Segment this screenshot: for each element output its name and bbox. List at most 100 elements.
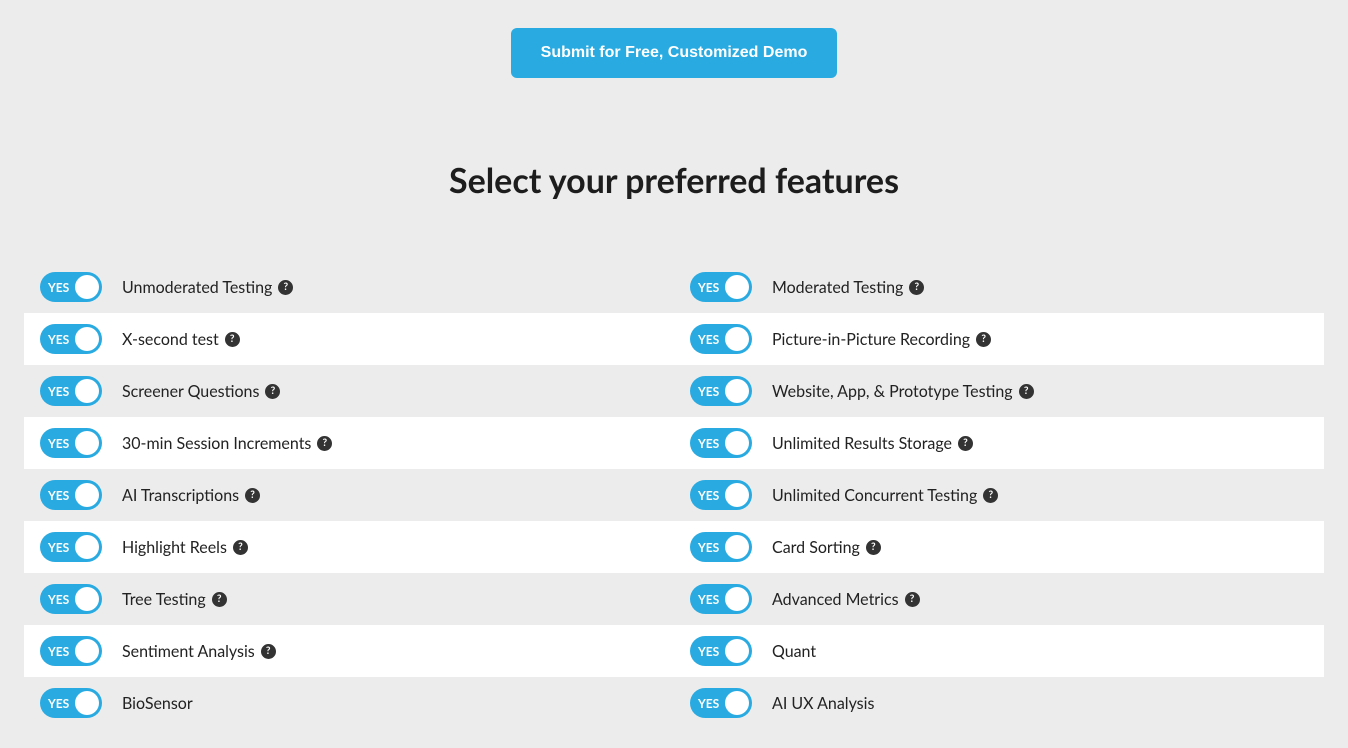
toggle-unlimited-concurrent-testing[interactable]: YES — [690, 480, 752, 510]
toggle-screener-questions[interactable]: YES — [40, 376, 102, 406]
help-icon[interactable]: ? — [905, 592, 920, 607]
toggle-quant[interactable]: YES — [690, 636, 752, 666]
toggle-state-label: YES — [48, 644, 69, 659]
toggle-knob — [75, 639, 99, 663]
feature-label: Unlimited Concurrent Testing? — [772, 486, 998, 505]
toggle-30-min-session-increments[interactable]: YES — [40, 428, 102, 458]
feature-label: Screener Questions? — [122, 382, 280, 401]
feature-cell-biosensor: YES BioSensor — [24, 688, 674, 718]
feature-cell-screener-questions: YES Screener Questions? — [24, 376, 674, 406]
feature-label-text: Picture-in-Picture Recording — [772, 330, 970, 349]
feature-label: AI UX Analysis — [772, 694, 874, 713]
feature-label: Card Sorting? — [772, 538, 881, 557]
toggle-website-app-prototype-testing[interactable]: YES — [690, 376, 752, 406]
toggle-highlight-reels[interactable]: YES — [40, 532, 102, 562]
feature-label-text: Quant — [772, 642, 816, 661]
feature-cell-ai-ux-analysis: YES AI UX Analysis — [674, 688, 1324, 718]
submit-demo-button[interactable]: Submit for Free, Customized Demo — [511, 28, 838, 78]
feature-cell-unmoderated-testing: YES Unmoderated Testing? — [24, 272, 674, 302]
toggle-x-second-test[interactable]: YES — [40, 324, 102, 354]
feature-label: Unlimited Results Storage? — [772, 434, 973, 453]
help-icon[interactable]: ? — [866, 540, 881, 555]
feature-label-text: Screener Questions — [122, 382, 259, 401]
toggle-ai-ux-analysis[interactable]: YES — [690, 688, 752, 718]
toggle-picture-in-picture-recording[interactable]: YES — [690, 324, 752, 354]
feature-cell-highlight-reels: YES Highlight Reels? — [24, 532, 674, 562]
toggle-state-label: YES — [48, 280, 69, 295]
toggle-unlimited-results-storage[interactable]: YES — [690, 428, 752, 458]
toggle-state-label: YES — [698, 436, 719, 451]
feature-label-text: Highlight Reels — [122, 538, 227, 557]
feature-row: YES Unmoderated Testing? YES Moderated Test… — [24, 261, 1324, 313]
help-icon[interactable]: ? — [225, 332, 240, 347]
toggle-state-label: YES — [698, 540, 719, 555]
help-icon[interactable]: ? — [245, 488, 260, 503]
feature-label-text: AI UX Analysis — [772, 694, 874, 713]
feature-cell-x-second-test: YES X-second test? — [24, 324, 674, 354]
help-icon[interactable]: ? — [958, 436, 973, 451]
feature-row: YES 30-min Session Increments? YES Unlimite… — [24, 417, 1324, 469]
feature-label: X-second test? — [122, 330, 240, 349]
toggle-knob — [75, 483, 99, 507]
toggle-state-label: YES — [48, 436, 69, 451]
feature-label: Highlight Reels? — [122, 538, 248, 557]
feature-label: Picture-in-Picture Recording? — [772, 330, 991, 349]
feature-label: AI Transcriptions? — [122, 486, 260, 505]
toggle-biosensor[interactable]: YES — [40, 688, 102, 718]
toggle-knob — [75, 327, 99, 351]
feature-label: BioSensor — [122, 694, 193, 713]
feature-label: Advanced Metrics? — [772, 590, 920, 609]
toggle-knob — [725, 691, 749, 715]
help-icon[interactable]: ? — [1019, 384, 1034, 399]
toggle-knob — [75, 587, 99, 611]
help-icon[interactable]: ? — [317, 436, 332, 451]
toggle-ai-transcriptions[interactable]: YES — [40, 480, 102, 510]
toggle-tree-testing[interactable]: YES — [40, 584, 102, 614]
feature-label: Tree Testing? — [122, 590, 227, 609]
help-icon[interactable]: ? — [233, 540, 248, 555]
toggle-advanced-metrics[interactable]: YES — [690, 584, 752, 614]
toggle-state-label: YES — [698, 592, 719, 607]
toggle-state-label: YES — [48, 332, 69, 347]
feature-label: Website, App, & Prototype Testing? — [772, 382, 1034, 401]
toggle-state-label: YES — [698, 696, 719, 711]
feature-cell-advanced-metrics: YES Advanced Metrics? — [674, 584, 1324, 614]
feature-row: YES Tree Testing? YES Advanced Metrics? — [24, 573, 1324, 625]
feature-label-text: 30-min Session Increments — [122, 434, 311, 453]
toggle-state-label: YES — [48, 540, 69, 555]
toggle-state-label: YES — [698, 644, 719, 659]
toggle-knob — [75, 535, 99, 559]
toggle-card-sorting[interactable]: YES — [690, 532, 752, 562]
help-icon[interactable]: ? — [983, 488, 998, 503]
help-icon[interactable]: ? — [212, 592, 227, 607]
page-heading: Select your preferred features — [0, 160, 1348, 201]
feature-label-text: AI Transcriptions — [122, 486, 239, 505]
toggle-knob — [725, 535, 749, 559]
toggle-knob — [75, 379, 99, 403]
feature-label-text: Unlimited Results Storage — [772, 434, 952, 453]
toggle-moderated-testing[interactable]: YES — [690, 272, 752, 302]
toggle-state-label: YES — [698, 384, 719, 399]
feature-cell-quant: YES Quant — [674, 636, 1324, 666]
help-icon[interactable]: ? — [265, 384, 280, 399]
features-grid: YES Unmoderated Testing? YES Moderated Test… — [24, 261, 1324, 729]
feature-cell-sentiment-analysis: YESSentiment Analysis? — [24, 636, 674, 666]
help-icon[interactable]: ? — [278, 280, 293, 295]
feature-cell-tree-testing: YES Tree Testing? — [24, 584, 674, 614]
feature-label-text: Tree Testing — [122, 590, 206, 609]
toggle-sentiment-analysis[interactable]: YES — [40, 636, 102, 666]
help-icon[interactable]: ? — [261, 644, 276, 659]
feature-label: Moderated Testing? — [772, 278, 924, 297]
feature-label-text: Advanced Metrics — [772, 590, 899, 609]
feature-label: 30-min Session Increments? — [122, 434, 332, 453]
toggle-state-label: YES — [698, 332, 719, 347]
help-icon[interactable]: ? — [976, 332, 991, 347]
feature-label-text: Unmoderated Testing — [122, 278, 272, 297]
feature-label-text: BioSensor — [122, 694, 193, 713]
toggle-unmoderated-testing[interactable]: YES — [40, 272, 102, 302]
feature-label-text: Website, App, & Prototype Testing — [772, 382, 1013, 401]
toggle-knob — [725, 587, 749, 611]
feature-cell-picture-in-picture-recording: YES Picture-in-Picture Recording? — [674, 324, 1324, 354]
toggle-state-label: YES — [48, 696, 69, 711]
help-icon[interactable]: ? — [909, 280, 924, 295]
